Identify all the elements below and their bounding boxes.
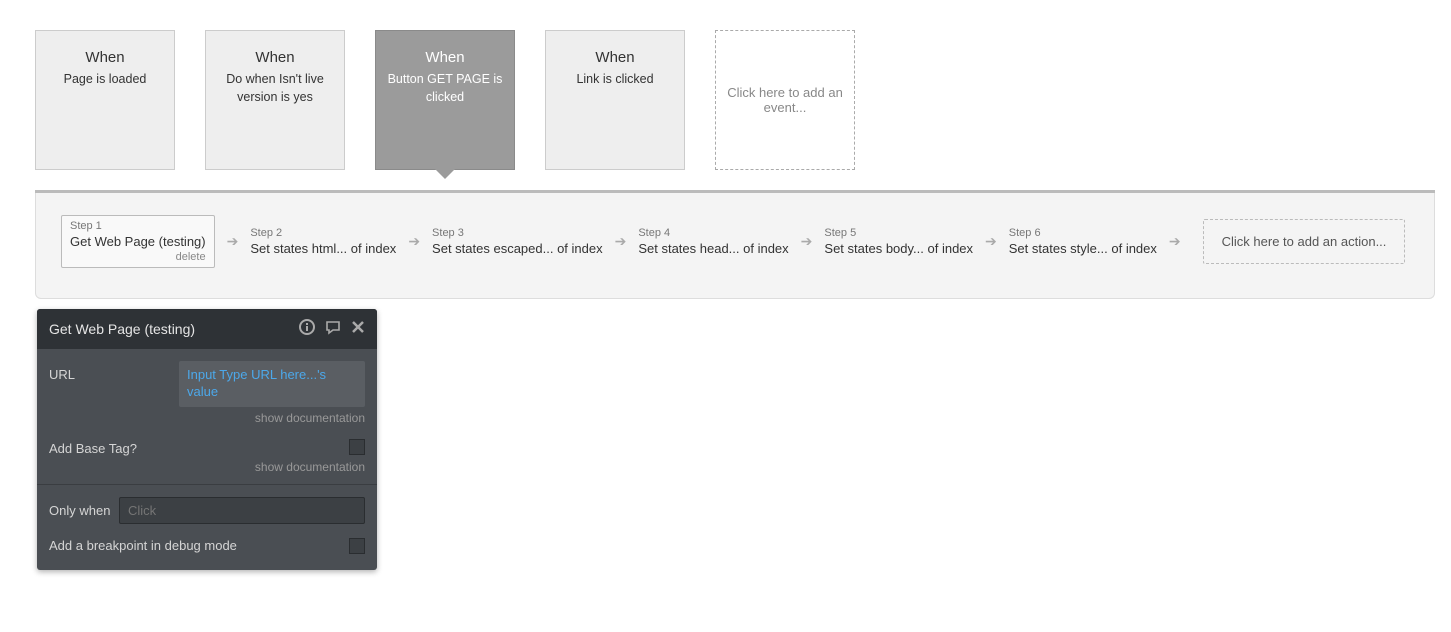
only-when-label: Only when bbox=[49, 503, 119, 518]
step-label: Step 3 bbox=[432, 227, 603, 239]
show-documentation-link[interactable]: show documentation bbox=[49, 411, 365, 425]
add-event-button[interactable]: Click here to add an event... bbox=[715, 30, 855, 170]
event-desc: Do when Isn't live version is yes bbox=[216, 71, 334, 106]
add-base-tag-label: Add Base Tag? bbox=[49, 435, 349, 456]
step-text: Get Web Page (testing) bbox=[70, 234, 206, 249]
arrow-right-icon: ➔ bbox=[985, 233, 997, 250]
step-4[interactable]: Step 4 Set states head... of index bbox=[638, 227, 788, 256]
arrow-right-icon: ➔ bbox=[227, 233, 239, 250]
arrow-right-icon: ➔ bbox=[1169, 233, 1181, 250]
property-panel: Get Web Page (testing) URL Input Type UR… bbox=[37, 309, 377, 570]
step-2[interactable]: Step 2 Set states html... of index bbox=[250, 227, 396, 256]
arrow-right-icon: ➔ bbox=[408, 233, 420, 250]
panel-divider bbox=[37, 484, 377, 485]
breakpoint-checkbox[interactable] bbox=[349, 538, 365, 554]
step-text: Set states body... of index bbox=[824, 241, 973, 256]
url-input[interactable]: Input Type URL here...'s value bbox=[179, 361, 365, 407]
step-1[interactable]: Step 1 Get Web Page (testing) delete bbox=[61, 215, 215, 268]
only-when-row: Only when bbox=[49, 497, 365, 524]
step-label: Step 6 bbox=[1009, 227, 1157, 239]
event-card-not-live[interactable]: When Do when Isn't live version is yes bbox=[205, 30, 345, 170]
event-title: When bbox=[85, 49, 124, 66]
add-event-label: Click here to add an event... bbox=[726, 85, 844, 115]
event-card-get-page[interactable]: When Button GET PAGE is clicked bbox=[375, 30, 515, 170]
panel-header: Get Web Page (testing) bbox=[37, 309, 377, 349]
breakpoint-row: Add a breakpoint in debug mode bbox=[49, 538, 365, 564]
step-text: Set states style... of index bbox=[1009, 241, 1157, 256]
step-label: Step 4 bbox=[638, 227, 788, 239]
url-row: URL Input Type URL here...'s value bbox=[49, 361, 365, 407]
event-title: When bbox=[425, 49, 464, 66]
step-label: Step 2 bbox=[250, 227, 396, 239]
panel-body: URL Input Type URL here...'s value show … bbox=[37, 349, 377, 570]
event-desc: Page is loaded bbox=[64, 71, 147, 89]
step-6[interactable]: Step 6 Set states style... of index bbox=[1009, 227, 1157, 256]
step-5[interactable]: Step 5 Set states body... of index bbox=[824, 227, 973, 256]
step-label: Step 5 bbox=[824, 227, 973, 239]
workflow-editor: When Page is loaded When Do when Isn't l… bbox=[0, 0, 1451, 570]
comment-icon[interactable] bbox=[325, 319, 341, 339]
event-desc: Link is clicked bbox=[576, 71, 653, 89]
panel-icons bbox=[299, 319, 365, 339]
url-label: URL bbox=[49, 361, 179, 382]
add-action-label: Click here to add an action... bbox=[1222, 234, 1387, 249]
event-desc: Button GET PAGE is clicked bbox=[386, 71, 504, 106]
add-base-tag-checkbox[interactable] bbox=[349, 439, 365, 455]
only-when-input[interactable] bbox=[119, 497, 365, 524]
step-3[interactable]: Step 3 Set states escaped... of index bbox=[432, 227, 603, 256]
arrow-right-icon: ➔ bbox=[801, 233, 813, 250]
event-card-page-loaded[interactable]: When Page is loaded bbox=[35, 30, 175, 170]
add-action-button[interactable]: Click here to add an action... bbox=[1203, 219, 1406, 264]
show-documentation-link[interactable]: show documentation bbox=[49, 460, 365, 474]
event-title: When bbox=[255, 49, 294, 66]
step-delete-link[interactable]: delete bbox=[70, 251, 206, 263]
arrow-right-icon: ➔ bbox=[615, 233, 627, 250]
panel-title: Get Web Page (testing) bbox=[49, 321, 195, 337]
step-text: Set states html... of index bbox=[250, 241, 396, 256]
event-card-link-clicked[interactable]: When Link is clicked bbox=[545, 30, 685, 170]
events-row: When Page is loaded When Do when Isn't l… bbox=[35, 30, 1451, 170]
close-icon[interactable] bbox=[351, 320, 365, 338]
steps-row: Step 1 Get Web Page (testing) delete ➔ S… bbox=[35, 193, 1435, 299]
step-label: Step 1 bbox=[70, 220, 206, 232]
add-base-tag-row: Add Base Tag? bbox=[49, 435, 365, 456]
event-title: When bbox=[595, 49, 634, 66]
breakpoint-label: Add a breakpoint in debug mode bbox=[49, 538, 237, 553]
info-icon[interactable] bbox=[299, 319, 315, 339]
step-text: Set states head... of index bbox=[638, 241, 788, 256]
step-text: Set states escaped... of index bbox=[432, 241, 603, 256]
